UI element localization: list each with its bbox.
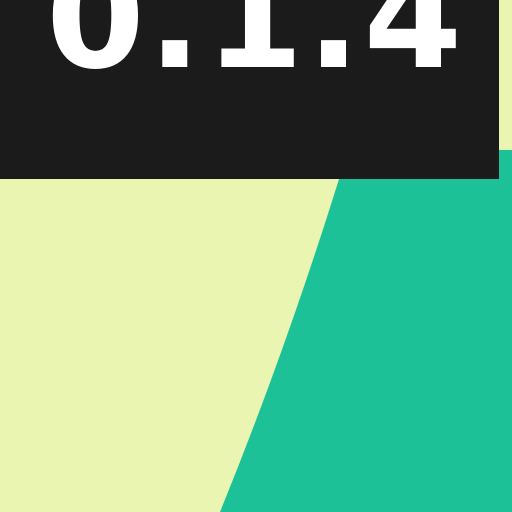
version-banner: 0.1.4 [0,0,499,179]
app-canvas: 0.1.4 [0,0,512,512]
version-label: 0.1.4 [46,0,466,101]
